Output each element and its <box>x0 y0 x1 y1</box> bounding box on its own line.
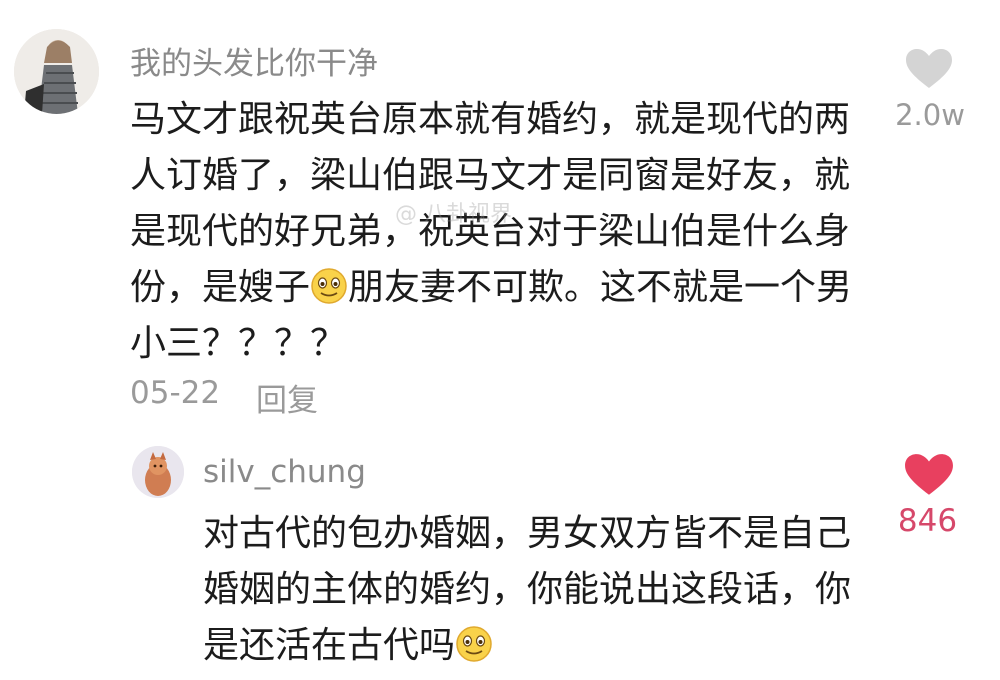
like-button[interactable] <box>898 48 960 94</box>
reply-button[interactable]: 回复 <box>256 375 318 420</box>
comment-text: 马文才跟祝英台原本就有婚约，就是现代的两人订婚了，梁山伯跟马文才是同窗是好友，就… <box>130 92 870 372</box>
avatar[interactable] <box>14 29 99 114</box>
smiling-face-emoji-icon <box>310 266 348 304</box>
heart-icon <box>906 49 952 88</box>
smiling-face-emoji-icon <box>455 624 493 662</box>
avatar-image <box>14 29 99 114</box>
heart-icon <box>905 454 953 495</box>
reply-text: 对古代的包办婚姻，男女双方皆不是自己婚姻的主体的婚约，你能说出这段话，你是还活在… <box>203 506 863 674</box>
reply-username[interactable]: silv_chung <box>203 454 366 490</box>
reply-text-part-1: 对古代的包办婚姻，男女双方皆不是自己婚姻的主体的婚约，你能说出这段话，你是还活在… <box>203 513 852 666</box>
reply-avatar[interactable] <box>132 446 184 498</box>
comment-date: 05-22 <box>130 375 221 411</box>
reply-avatar-image <box>132 446 184 498</box>
comment-username[interactable]: 我的头发比你干净 <box>130 38 378 83</box>
like-count: 2.0w <box>895 98 965 132</box>
reply-like-button[interactable] <box>900 453 958 501</box>
reply-like-count: 846 <box>897 503 958 539</box>
watermark: @ 八卦视界 <box>395 202 512 227</box>
